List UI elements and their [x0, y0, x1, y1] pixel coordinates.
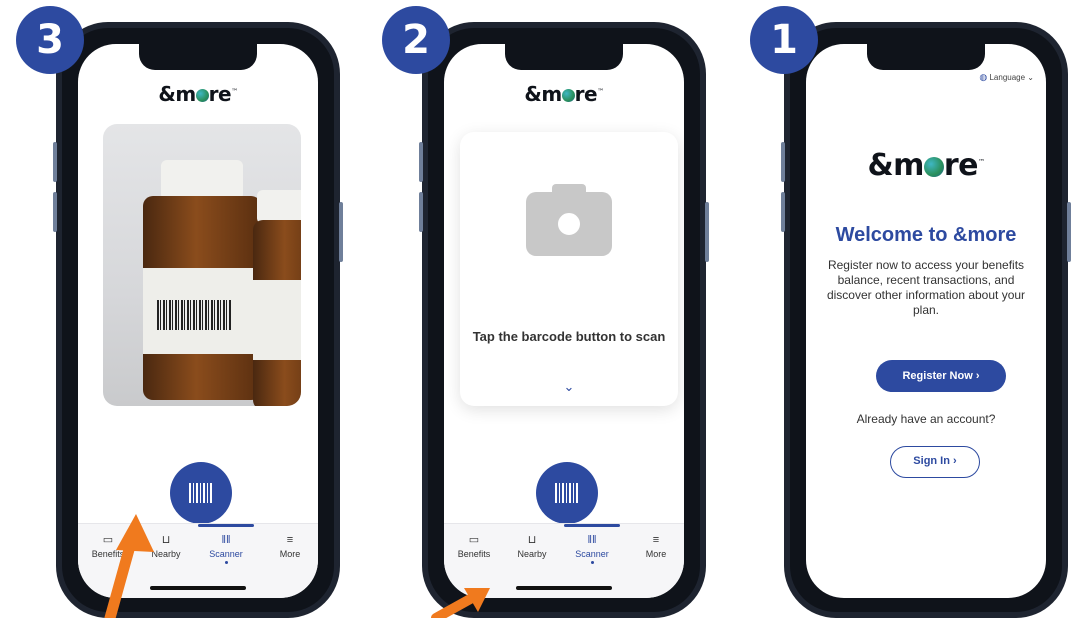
scan-barcode-button[interactable]	[536, 462, 598, 524]
tab-nearby[interactable]: ⊔ Nearby	[502, 534, 562, 559]
phone-screen-1: ◍ Language ⌄ &m re™ Welcome to &more Regi…	[781, 22, 1071, 618]
already-account-text: Already have an account?	[856, 412, 996, 426]
globe-icon: ◍	[979, 72, 988, 82]
barcode-icon: ‖‖	[221, 534, 231, 546]
menu-icon: ≡	[652, 534, 660, 546]
barcode-icon: ‖‖	[587, 534, 597, 546]
menu-icon: ≡	[286, 534, 294, 546]
chevron-down-icon: ⌄	[1027, 73, 1034, 82]
scan-barcode-button[interactable]	[170, 462, 232, 524]
language-selector[interactable]: ◍ Language ⌄	[979, 72, 1034, 83]
app-logo: &m re™	[158, 82, 238, 106]
barcode-label	[157, 300, 231, 330]
app-logo: &m re™	[524, 82, 604, 106]
tab-more[interactable]: ≡ More	[626, 534, 684, 559]
arrow-icon	[104, 514, 154, 618]
scan-instruction: Tap the barcode button to scan	[472, 329, 666, 344]
notch	[505, 44, 623, 70]
barcode-icon	[189, 483, 213, 503]
tab-scanner[interactable]: ‖‖ Scanner	[196, 524, 256, 564]
scan-prompt-card: Tap the barcode button to scan ⌄	[460, 132, 678, 406]
notch	[867, 44, 985, 70]
chevron-down-icon[interactable]: ⌄	[460, 380, 678, 395]
camera-icon	[526, 184, 612, 256]
home-indicator	[516, 586, 612, 590]
step-badge-3: 3	[16, 6, 84, 74]
welcome-title: Welcome to &more	[835, 224, 1017, 246]
phone-screen-2: &m re™ Tap the barcode button to scan ⌄ ▭…	[419, 22, 709, 618]
sign-in-button[interactable]: Sign In ›	[890, 446, 980, 478]
wallet-icon: ▭	[468, 534, 480, 546]
product-photo	[103, 124, 301, 406]
tab-scanner[interactable]: ‖‖ Scanner	[562, 524, 622, 564]
intro-text: Register now to access your benefits bal…	[826, 258, 1026, 317]
barcode-icon	[555, 483, 579, 503]
app-logo: &m re™	[867, 148, 985, 183]
cart-icon: ⊔	[527, 534, 537, 546]
step-badge-2: 2	[382, 6, 450, 74]
tab-benefits[interactable]: ▭ Benefits	[444, 534, 504, 559]
arrow-icon	[431, 588, 490, 618]
notch	[139, 44, 257, 70]
tab-more[interactable]: ≡ More	[260, 534, 318, 559]
register-now-button[interactable]: Register Now ›	[876, 360, 1006, 392]
step-badge-1: 1	[750, 6, 818, 74]
